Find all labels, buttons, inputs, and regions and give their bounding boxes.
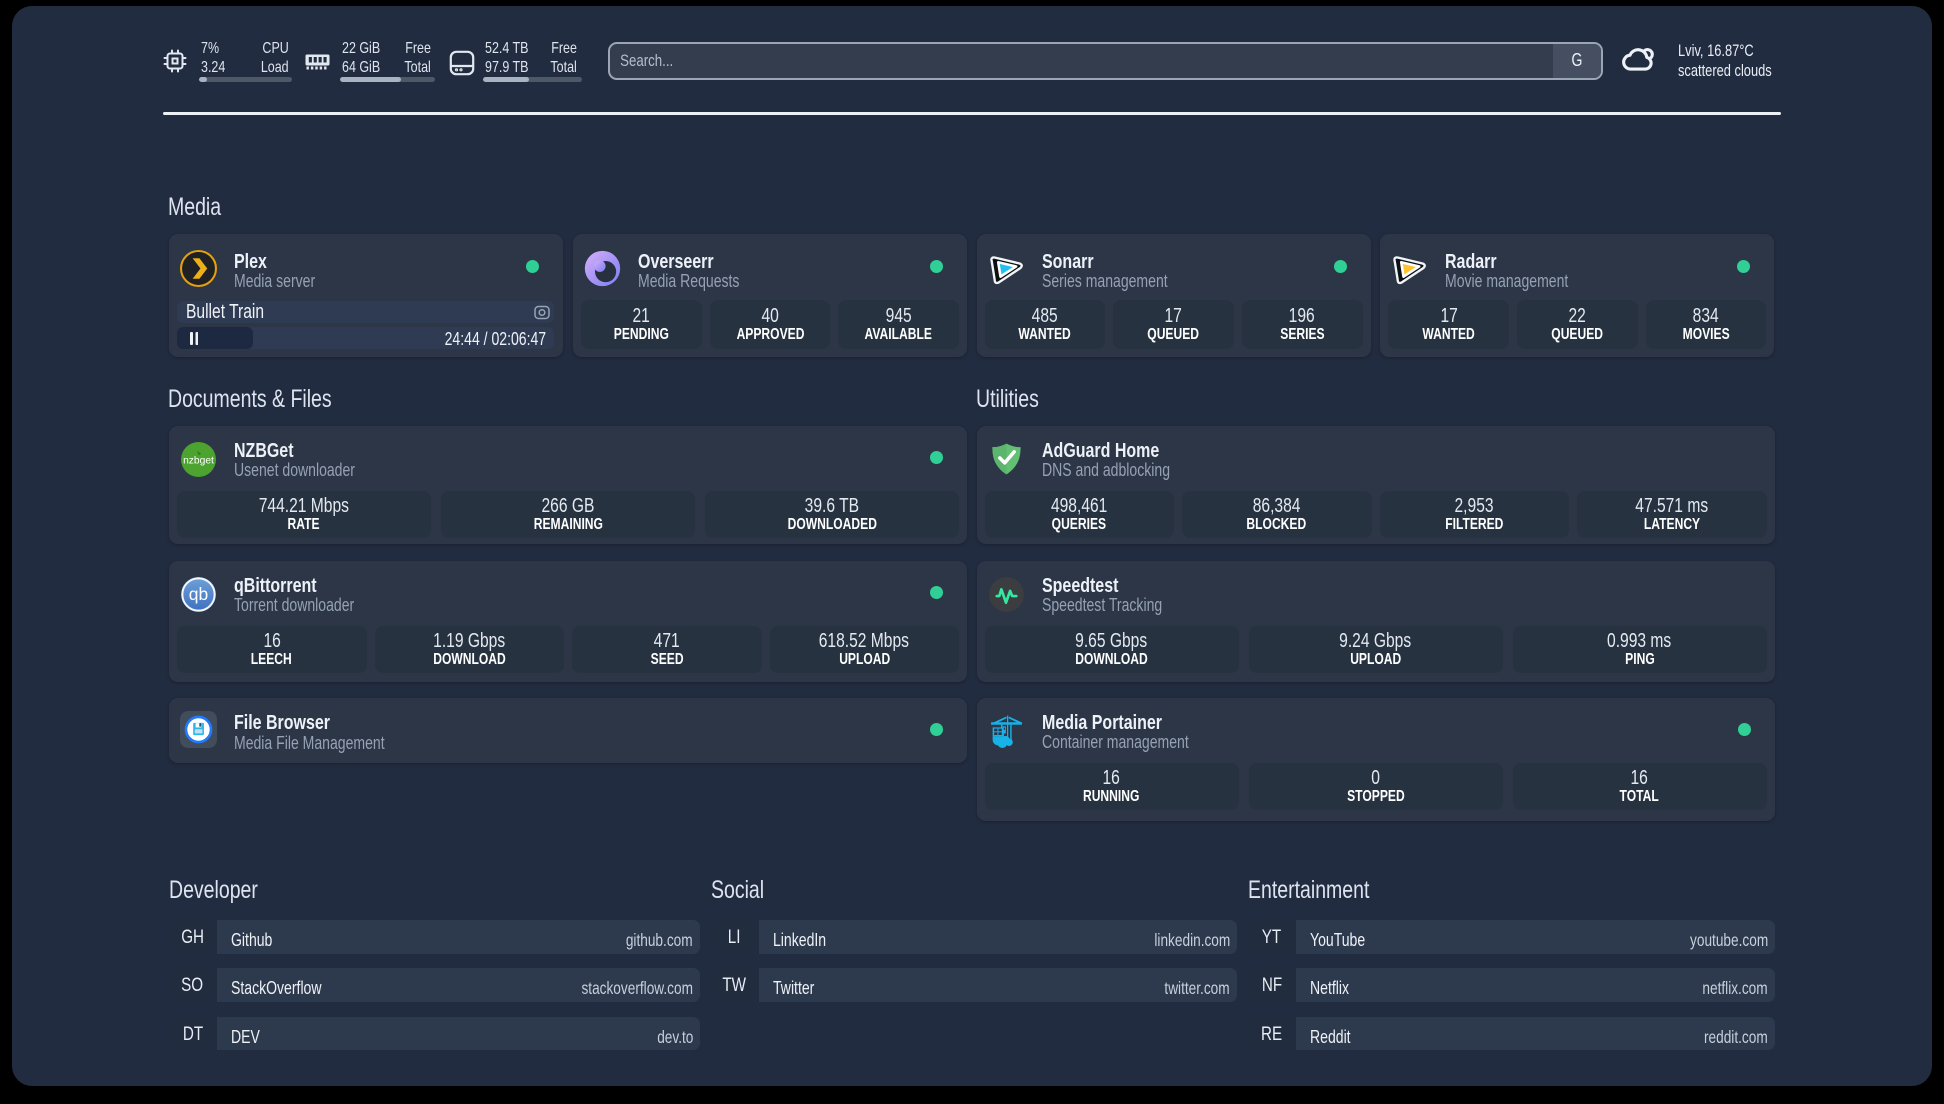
svg-text:nzbget: nzbget: [183, 455, 214, 466]
svg-text:qb: qb: [189, 584, 208, 604]
